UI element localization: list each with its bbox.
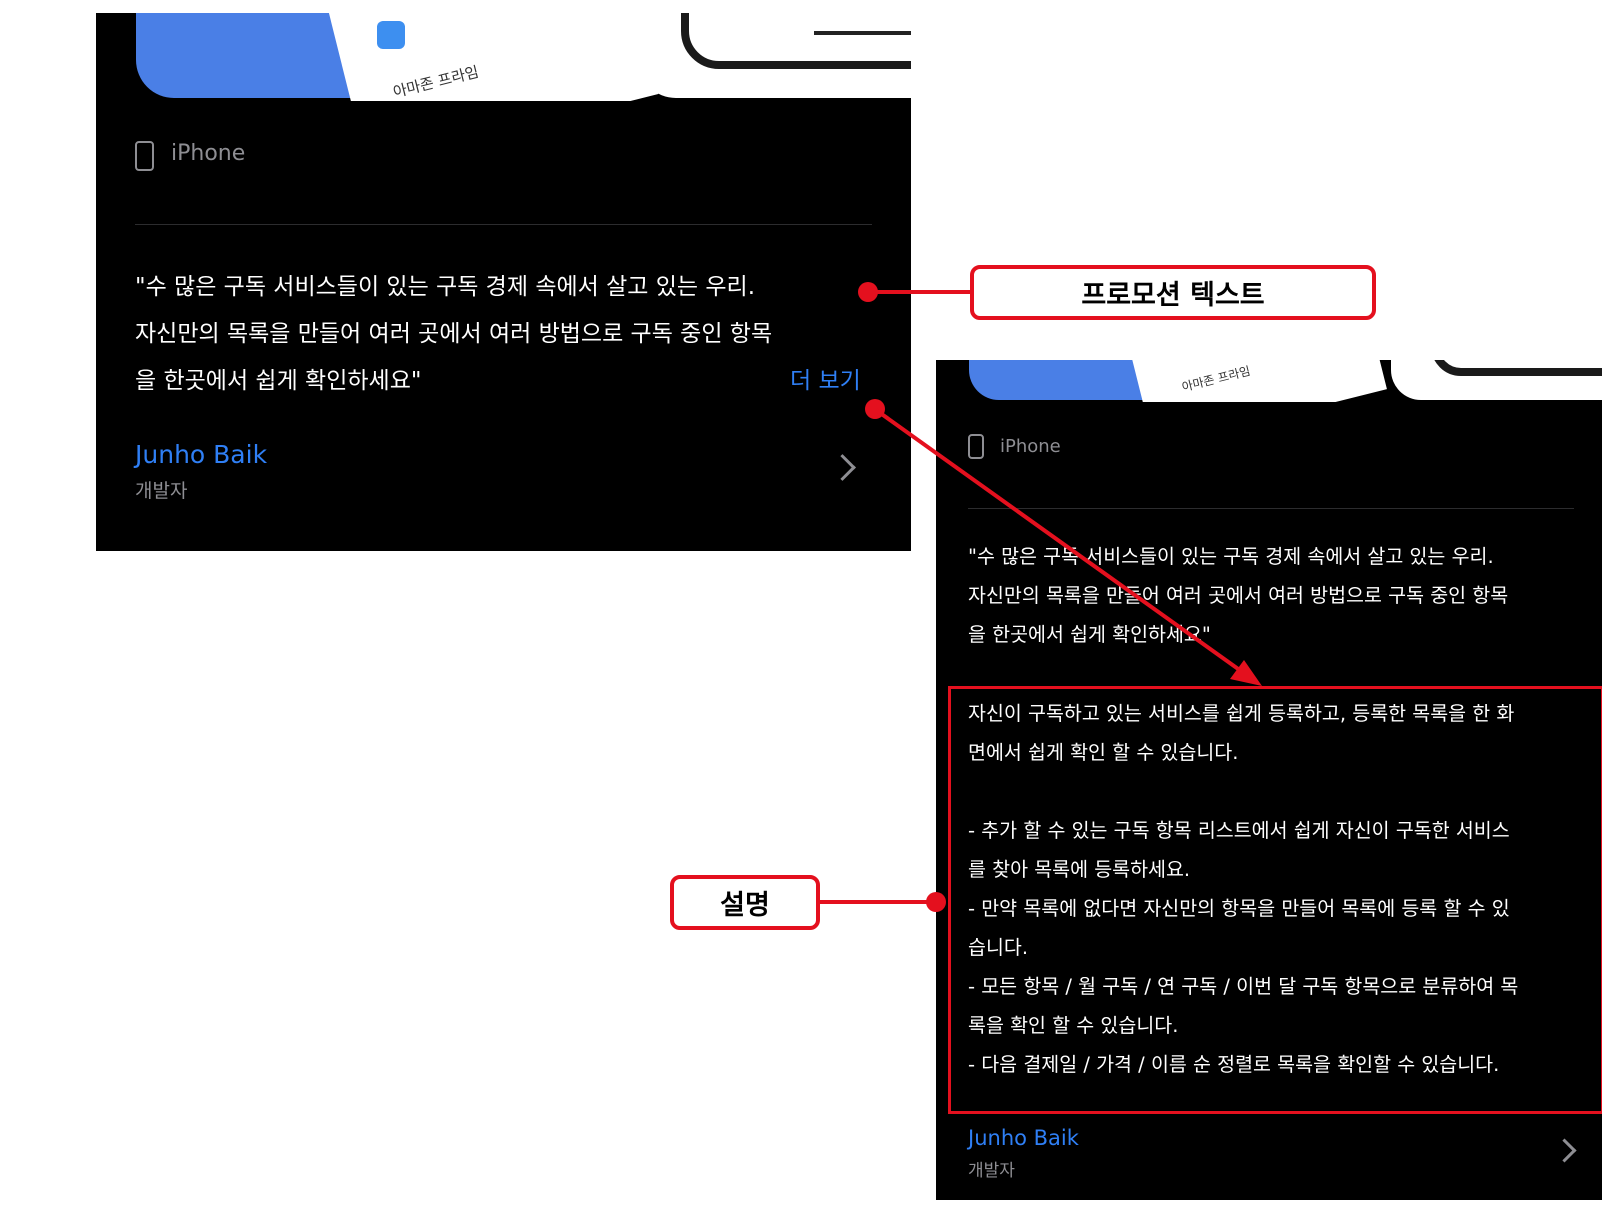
device-label: iPhone [1000,436,1061,457]
callout-dot [926,892,946,912]
chevron-right-icon[interactable] [1552,1138,1577,1163]
chevron-right-icon[interactable] [829,454,856,481]
promo-line: 자신만의 목록을 만들어 여러 곳에서 여러 방법으로 구독 중인 항목 [968,584,1509,607]
device-label: iPhone [171,141,246,166]
description-line: 습니다. [968,936,1029,959]
description-text: 자신이 구독하고 있는 서비스를 쉽게 등록하고, 등록한 목록을 한 화 면에… [968,694,1518,1084]
iphone-icon [135,141,154,171]
promotional-text: "수 많은 구독 서비스들이 있는 구독 경제 속에서 살고 있는 우리. 자신… [968,537,1508,654]
callout-dot [865,399,885,419]
divider [968,508,1574,509]
callout-connector [818,900,938,904]
cloud-icon [377,21,405,49]
description-line: - 다음 결제일 / 가격 / 이름 순 정렬로 목록을 확인할 수 있습니다. [968,1053,1500,1076]
home-indicator [814,31,911,35]
description-line: 를 찾아 목록에 등록하세요. [968,858,1191,881]
description-line: 자신이 구독하고 있는 서비스를 쉽게 등록하고, 등록한 목록을 한 화 [968,702,1515,725]
more-link[interactable]: 더 보기 [790,358,861,405]
screenshot-phone-frame [1431,360,1602,376]
description-line: - 모든 항목 / 월 구독 / 연 구독 / 이번 달 구독 항목으로 분류하… [968,975,1519,998]
description-line: - 추가 할 수 있는 구독 항목 리스트에서 쉽게 자신이 구독한 서비스 [968,819,1510,842]
iphone-icon [968,434,984,459]
screenshot-strip[interactable]: 아마존 프라임 [936,360,1602,402]
promo-line: 을 한곳에서 쉽게 확인하세요" [135,368,422,394]
screenshot-phone-frame [681,13,911,69]
screenshot-phone-card [323,13,659,101]
promotional-text: "수 많은 구독 서비스들이 있는 구독 경제 속에서 살고 있는 우리. 자신… [135,264,772,405]
app-store-info-panel-expanded: 아마존 프라임 iPhone "수 많은 구독 서비스들이 있는 구독 경제 속… [936,360,1602,1200]
callout-promo-text: 프로모션 텍스트 [970,265,1376,320]
developer-name-link[interactable]: Junho Baik [968,1126,1079,1150]
developer-role: 개발자 [968,1161,1015,1181]
promo-line: "수 많은 구독 서비스들이 있는 구독 경제 속에서 살고 있는 우리. [135,274,756,300]
description-line: 면에서 쉽게 확인 할 수 있습니다. [968,741,1239,764]
callout-description: 설명 [670,875,820,930]
app-store-info-panel: 아마존 프라임 iPhone "수 많은 구독 서비스들이 있는 구독 경제 속… [96,13,911,551]
promo-line: 자신만의 목록을 만들어 여러 곳에서 여러 방법으로 구독 중인 항목 [135,321,773,347]
promo-line: "수 많은 구독 서비스들이 있는 구독 경제 속에서 살고 있는 우리. [968,545,1494,568]
callout-dot [858,282,878,302]
divider [135,224,872,225]
promo-line: 을 한곳에서 쉽게 확인하세요" [968,623,1211,646]
developer-name-link[interactable]: Junho Baik [135,440,267,469]
screenshot-strip[interactable]: 아마존 프라임 [96,13,911,101]
callout-connector [868,290,972,294]
description-line [968,772,1518,811]
screenshot-phone-card [1125,360,1387,402]
description-line: 록을 확인 할 수 있습니다. [968,1014,1179,1037]
developer-role: 개발자 [135,480,188,502]
description-line: - 만약 목록에 없다면 자신만의 항목을 만들어 목록에 등록 할 수 있 [968,897,1510,920]
